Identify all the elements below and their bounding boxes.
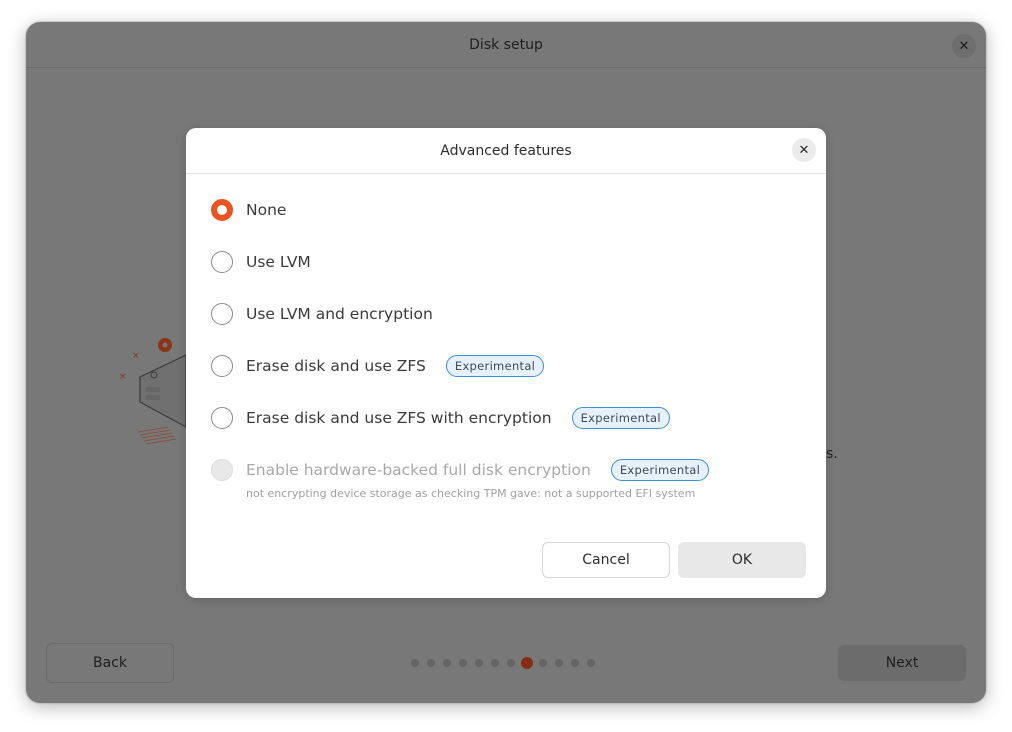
experimental-badge: Experimental	[610, 459, 710, 481]
option-zfs-encryption[interactable]: Erase disk and use ZFS with encryption E…	[211, 406, 670, 430]
option-label: Erase disk and use ZFS with encryption	[246, 409, 552, 427]
option-none[interactable]: None	[211, 198, 286, 222]
option-use-lvm-encryption[interactable]: Use LVM and encryption	[211, 302, 433, 326]
gear-icon	[158, 338, 172, 352]
option-label: Erase disk and use ZFS	[246, 357, 426, 375]
next-button[interactable]: Next	[838, 645, 966, 681]
radio-use-lvm-encryption[interactable]	[211, 303, 233, 325]
option-zfs[interactable]: Erase disk and use ZFS Experimental	[211, 354, 545, 378]
step-dot	[587, 659, 595, 667]
disk-illustration: × ×	[119, 338, 186, 445]
radio-use-lvm[interactable]	[211, 251, 233, 273]
x-mark-icon: ×	[132, 351, 140, 361]
option-label: Enable hardware-backed full disk encrypt…	[246, 461, 591, 479]
dialog-header: Advanced features ✕	[186, 128, 826, 174]
step-dot	[459, 659, 467, 667]
option-hardware-encryption: Enable hardware-backed full disk encrypt…	[211, 458, 710, 482]
close-icon: ✕	[958, 38, 970, 54]
step-dot-active	[521, 657, 533, 669]
advanced-features-dialog: Advanced features ✕ None Use LVM Use LVM…	[186, 128, 826, 598]
radio-none[interactable]	[211, 199, 233, 221]
radio-zfs-encryption[interactable]	[211, 407, 233, 429]
step-indicator	[411, 656, 603, 670]
radio-zfs[interactable]	[211, 355, 233, 377]
step-dot	[555, 659, 563, 667]
step-dot	[491, 659, 499, 667]
step-dot	[475, 659, 483, 667]
window-titlebar: Disk setup ✕	[26, 22, 986, 68]
x-mark-icon: ×	[119, 372, 127, 382]
dialog-title: Advanced features	[440, 142, 572, 159]
option-label: Use LVM	[246, 253, 311, 271]
close-icon: ✕	[798, 142, 810, 158]
ok-button[interactable]: OK	[678, 542, 806, 578]
option-label: Use LVM and encryption	[246, 305, 433, 323]
option-label: None	[246, 201, 287, 219]
step-dot	[427, 659, 435, 667]
step-dot	[443, 659, 451, 667]
hardware-encryption-description: not encrypting device storage as checkin…	[246, 487, 696, 500]
step-dot	[411, 659, 419, 667]
experimental-badge: Experimental	[445, 355, 545, 377]
experimental-badge: Experimental	[571, 407, 670, 429]
radio-hardware-encryption	[211, 459, 233, 481]
background-description-text: s.	[826, 446, 838, 462]
window-close-button[interactable]: ✕	[952, 34, 976, 58]
step-dot	[507, 659, 515, 667]
dialog-close-button[interactable]: ✕	[792, 138, 816, 162]
back-button[interactable]: Back	[46, 643, 174, 683]
step-dot	[571, 659, 579, 667]
option-use-lvm[interactable]: Use LVM	[211, 250, 311, 274]
step-dot	[539, 659, 547, 667]
window-title: Disk setup	[469, 36, 543, 53]
cancel-button[interactable]: Cancel	[542, 542, 670, 578]
